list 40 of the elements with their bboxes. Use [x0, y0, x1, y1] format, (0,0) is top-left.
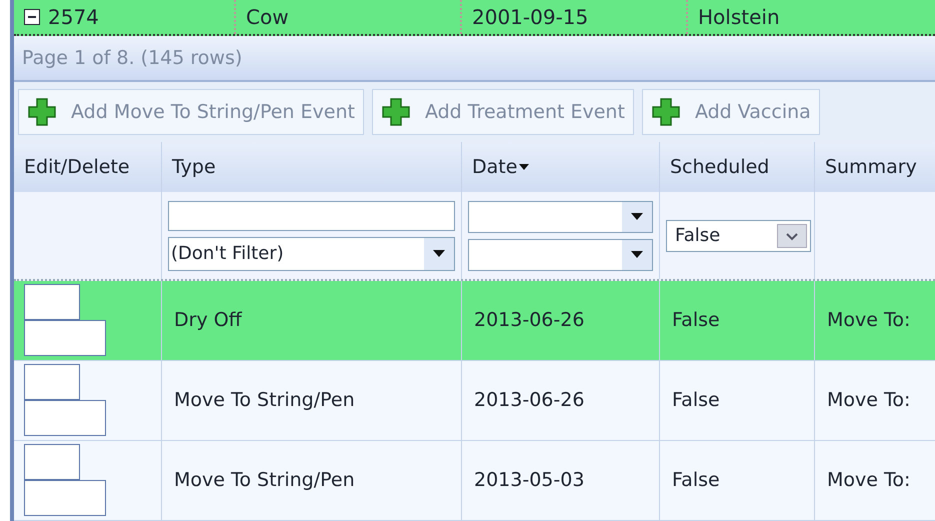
- edit-button[interactable]: [24, 364, 80, 400]
- table-cell-text: Move To:: [827, 468, 910, 494]
- table-cell-text: Move To String/Pen: [174, 388, 355, 414]
- plus-icon: [27, 97, 57, 127]
- table-cell-text: Move To:: [827, 308, 910, 334]
- parent-row-cell-text: Holstein: [698, 4, 780, 32]
- plus-icon: [380, 97, 411, 127]
- dropdown-arrow-icon: [631, 251, 643, 258]
- scheduled-filter-dropdown[interactable]: False: [666, 220, 811, 252]
- dropdown-arrow-icon: [631, 213, 643, 220]
- table-cell-text: Dry Off: [174, 308, 242, 334]
- sort-down-icon: [519, 164, 530, 170]
- edit-button[interactable]: [24, 444, 80, 480]
- table-row[interactable]: Dry Off 2013-06-26 False Move To:: [14, 281, 935, 361]
- table-row[interactable]: Move To String/Pen 2013-06-26 False Move To:: [14, 361, 935, 441]
- edit-button[interactable]: [24, 284, 80, 320]
- dropdown-arrow-icon: [433, 250, 445, 257]
- pager-summary: Page 1 of 8. (145 rows): [22, 46, 242, 71]
- table-cell-text: 2013-06-26: [474, 308, 584, 334]
- table-row[interactable]: Move To String/Pen 2013-05-03 False Move To:: [14, 441, 935, 521]
- parent-row-cell-text: Cow: [246, 4, 289, 32]
- plus-icon: [650, 97, 681, 127]
- table-cell-text: False: [672, 468, 720, 494]
- table-cell-text: Move To String/Pen: [174, 468, 355, 494]
- parent-row-cell-text: 2574: [48, 4, 99, 32]
- table-cell-text: 2013-05-03: [474, 468, 584, 494]
- table-cell-text: Move To:: [827, 388, 910, 414]
- table-cell-text: False: [672, 388, 720, 414]
- delete-button[interactable]: [24, 320, 106, 356]
- date-filter-dropdown[interactable]: [468, 200, 653, 232]
- parent-row-cell-text: 2001-09-15: [472, 4, 588, 32]
- delete-button[interactable]: [24, 480, 106, 516]
- type-filter-dropdown[interactable]: (Don't Filter): [168, 236, 455, 270]
- table-cell-text: 2013-06-26: [474, 388, 584, 414]
- collapse-icon[interactable]: [24, 9, 40, 26]
- chevron-down-icon: [777, 224, 807, 248]
- delete-button[interactable]: [24, 400, 106, 436]
- table-cell-text: False: [672, 308, 720, 334]
- date-filter-dropdown[interactable]: [468, 238, 653, 270]
- type-filter-field[interactable]: [168, 200, 455, 230]
